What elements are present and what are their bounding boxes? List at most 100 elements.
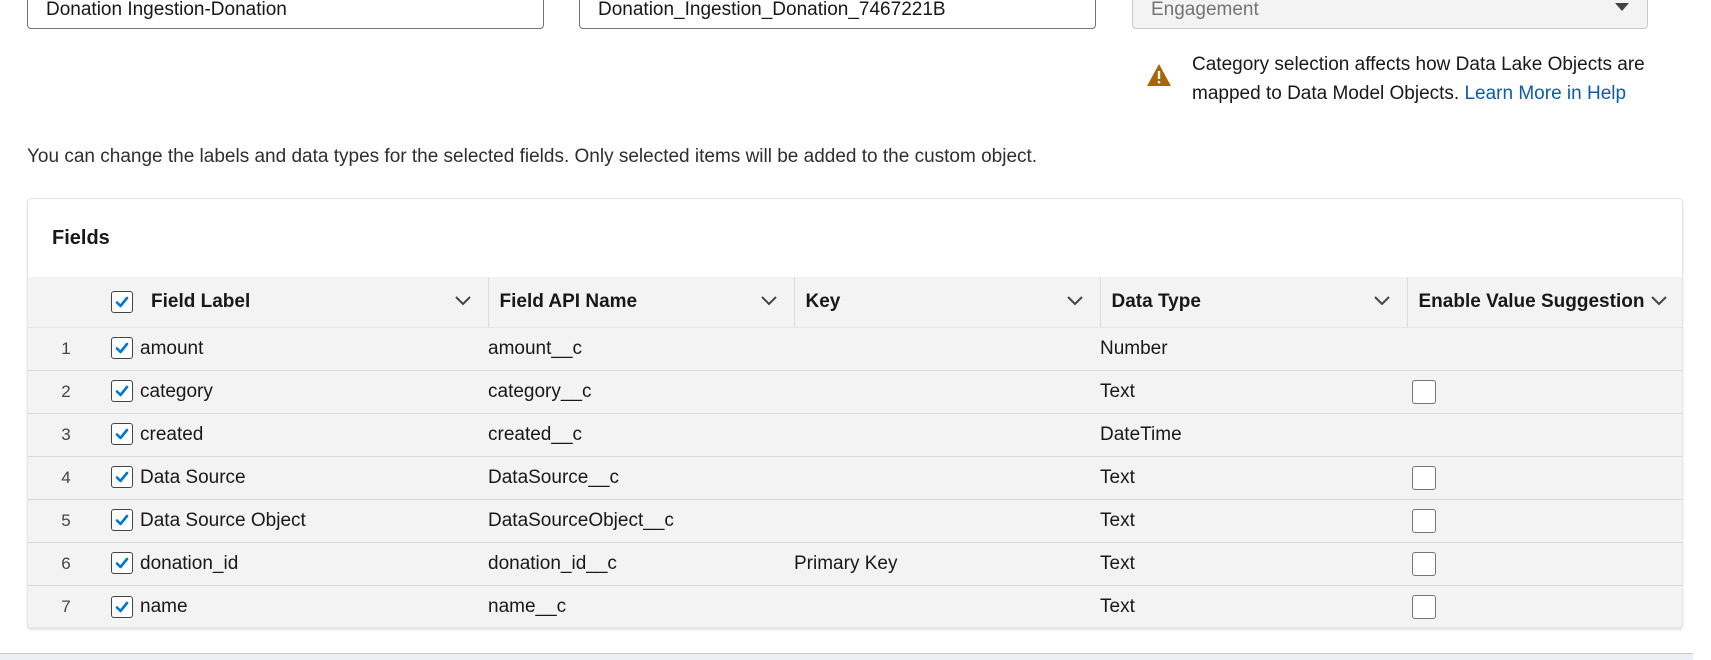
object-label-input[interactable]: Donation Ingestion-Donation <box>27 0 544 29</box>
enable-value-suggestion-cell <box>1407 455 1682 499</box>
table-row: 5 Data Source Object DataSourceObject__c Te… <box>28 498 1682 542</box>
field-api-name-cell: created__c <box>488 412 794 456</box>
enable-value-suggestion-checkbox[interactable] <box>1412 379 1436 404</box>
learn-more-link[interactable]: Learn More in Help <box>1464 83 1626 104</box>
check-icon <box>115 472 129 483</box>
row-number: 7 <box>28 584 104 627</box>
field-label-cell[interactable]: created <box>140 412 488 456</box>
object-api-name-input[interactable]: Donation_Ingestion_Donation_7467221B <box>579 0 1096 29</box>
fields-card: Fields Field Label Field API Name Key Da… <box>27 198 1683 628</box>
column-header-data-type[interactable]: Data Type <box>1100 277 1408 328</box>
row-select-checkbox[interactable] <box>111 466 133 489</box>
warning-message: Category selection affects how Data Lake… <box>1192 50 1672 108</box>
row-number: 4 <box>28 455 104 499</box>
table-row: 7 name name__c Text <box>28 584 1682 627</box>
column-header-label: Enable Value Suggestion <box>1418 291 1645 312</box>
check-icon <box>115 343 129 354</box>
enable-value-suggestion-checkbox[interactable] <box>1412 594 1436 619</box>
check-icon <box>115 386 129 397</box>
key-cell <box>794 584 1100 627</box>
row-select-checkbox[interactable] <box>111 337 133 360</box>
key-cell <box>794 498 1100 542</box>
field-api-name-cell: DataSourceObject__c <box>488 498 794 542</box>
chevron-down-icon[interactable] <box>1373 295 1391 307</box>
category-select[interactable]: Engagement <box>1132 0 1648 29</box>
select-all-cell <box>104 277 140 328</box>
data-type-cell[interactable]: Text <box>1100 455 1407 499</box>
row-select-checkbox[interactable] <box>111 552 133 575</box>
field-label-cell[interactable]: donation_id <box>140 541 488 585</box>
select-all-checkbox[interactable] <box>111 290 133 313</box>
key-cell <box>794 455 1100 499</box>
row-select-cell <box>104 584 140 627</box>
check-icon <box>115 429 129 440</box>
check-icon <box>115 515 129 526</box>
row-select-cell <box>104 369 140 413</box>
row-select-checkbox[interactable] <box>111 509 133 532</box>
enable-value-suggestion-cell <box>1407 498 1682 542</box>
field-label-cell[interactable]: category <box>140 369 488 413</box>
table-row: 2 category category__c Text <box>28 369 1682 413</box>
key-cell <box>794 412 1100 456</box>
data-type-cell[interactable]: Text <box>1100 498 1407 542</box>
enable-value-suggestion-cell <box>1407 584 1682 627</box>
column-header-key[interactable]: Key <box>794 277 1101 328</box>
row-number: 3 <box>28 412 104 456</box>
column-header-label: Key <box>805 291 841 312</box>
key-cell: Primary Key <box>794 541 1100 585</box>
table-header-row: Field Label Field API Name Key Data Type… <box>28 277 1682 328</box>
column-header-enable-value-suggestion[interactable]: Enable Value Suggestion <box>1407 277 1682 328</box>
category-value: Engagement <box>1151 0 1259 20</box>
enable-value-suggestion-checkbox[interactable] <box>1412 508 1436 533</box>
field-api-name-cell: donation_id__c <box>488 541 794 585</box>
create-data-stream-modal: Donation Ingestion-Donation Donation_Ing… <box>0 0 1693 654</box>
field-label-cell[interactable]: amount <box>140 326 488 370</box>
chevron-down-icon[interactable] <box>760 295 778 307</box>
row-select-cell <box>104 498 140 542</box>
data-type-cell[interactable]: Text <box>1100 541 1407 585</box>
row-select-checkbox[interactable] <box>111 595 133 618</box>
table-row: 6 donation_id donation_id__c Primary Key Tex… <box>28 541 1682 585</box>
enable-value-suggestion-cell <box>1407 412 1682 456</box>
object-label-value: Donation Ingestion-Donation <box>46 0 287 20</box>
chevron-down-icon[interactable] <box>1650 295 1668 307</box>
check-icon <box>115 601 129 613</box>
data-type-cell[interactable]: Text <box>1100 369 1407 413</box>
column-header-field-label[interactable]: Field Label <box>140 277 489 328</box>
field-api-name-cell: DataSource__c <box>488 455 794 499</box>
row-select-checkbox[interactable] <box>111 423 133 446</box>
field-label-cell[interactable]: Data Source <box>140 455 488 499</box>
field-label-cell[interactable]: name <box>140 584 488 627</box>
fields-card-title: Fields <box>52 227 110 249</box>
key-cell <box>794 369 1100 413</box>
table-row: 4 Data Source DataSource__c Text <box>28 455 1682 499</box>
caret-down-icon <box>1615 3 1629 11</box>
column-header-field-api-name[interactable]: Field API Name <box>488 277 795 328</box>
row-number-header <box>28 277 104 328</box>
row-number: 1 <box>28 326 104 370</box>
table-row: 1 amount amount__c Number <box>28 326 1682 370</box>
fields-table: Field Label Field API Name Key Data Type… <box>28 277 1682 627</box>
column-header-label: Data Type <box>1111 291 1201 312</box>
check-icon <box>115 558 129 569</box>
field-api-name-cell: category__c <box>488 369 794 413</box>
row-select-cell <box>104 455 140 499</box>
enable-value-suggestion-checkbox[interactable] <box>1412 551 1436 576</box>
row-select-cell <box>104 326 140 370</box>
key-cell <box>794 326 1100 370</box>
field-label-cell[interactable]: Data Source Object <box>140 498 488 542</box>
data-type-cell[interactable]: Text <box>1100 584 1407 627</box>
column-header-label: Field Label <box>151 291 251 312</box>
row-select-checkbox[interactable] <box>111 380 133 403</box>
row-select-cell <box>104 412 140 456</box>
data-type-cell[interactable]: DateTime <box>1100 412 1407 456</box>
row-select-cell <box>104 541 140 585</box>
column-header-label: Field API Name <box>499 291 638 312</box>
chevron-down-icon[interactable] <box>454 295 472 307</box>
row-number: 5 <box>28 498 104 542</box>
field-api-name-cell: amount__c <box>488 326 794 370</box>
data-type-cell[interactable]: Number <box>1100 326 1407 370</box>
table-row: 3 created created__c DateTime <box>28 412 1682 456</box>
enable-value-suggestion-checkbox[interactable] <box>1412 465 1436 490</box>
chevron-down-icon[interactable] <box>1066 295 1084 307</box>
